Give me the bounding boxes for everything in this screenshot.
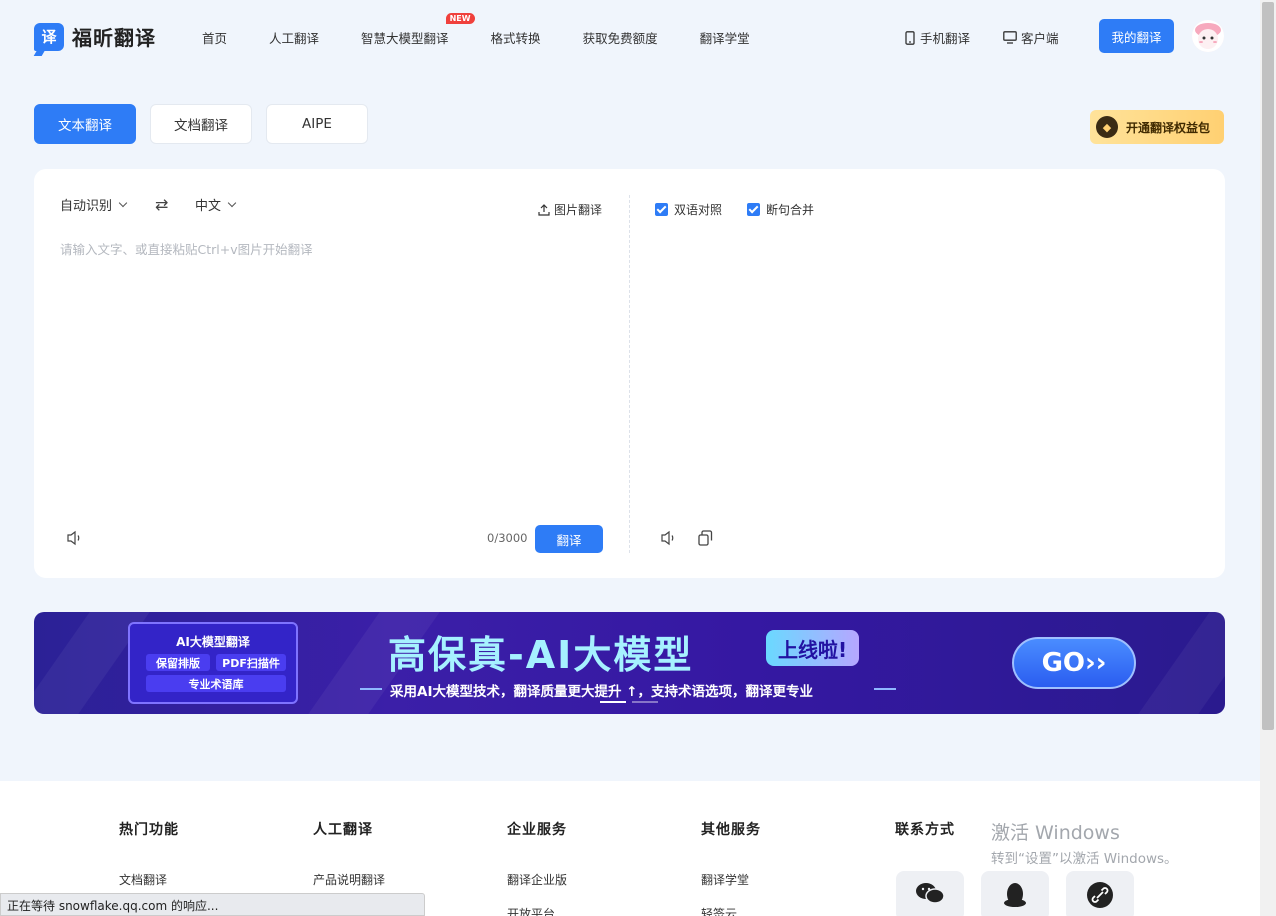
banner-stripe [1138,612,1225,714]
banner-title: 高保真-AI大模型 [388,633,694,677]
watermark-line1: 激活 Windows [991,822,1120,844]
footer-col-hot: 热门功能 文档翻译 [119,819,179,887]
merge-sentences-checkbox[interactable]: 断句合并 [747,201,814,218]
banner-line [874,688,896,690]
source-text-input[interactable] [60,239,600,499]
nav-ai-translation[interactable]: 智慧大模型翻译 NEW [361,13,475,47]
my-translation-button[interactable]: 我的翻译 [1099,19,1174,53]
avatar-icon [1192,20,1224,52]
checkbox-checked-icon [655,203,668,216]
translate-button[interactable]: 翻译 [535,525,603,553]
mobile-translate-label: 手机翻译 [920,31,971,46]
footer-heading: 热门功能 [119,822,179,838]
phone-icon [905,30,915,45]
source-lang-select[interactable]: 自动识别 [60,195,128,214]
mode-tabs: 文本翻译 文档翻译 AIPE [34,104,382,144]
banner-subtitle: 采用AI大模型技术，翻译质量更大提升 ↑，支持术语选项，翻译更专业 [390,684,813,700]
footer-col-enterprise: 企业服务 翻译企业版 开放平台 [507,819,567,916]
monitor-icon [1003,31,1017,44]
nav-free-quota[interactable]: 获取免费额度 [583,28,658,47]
swap-icon[interactable]: ⇄ [155,195,168,214]
checkbox-checked-icon [747,203,760,216]
chip-tag: 保留排版 [146,654,210,671]
go-button[interactable]: GO›› [1012,637,1136,689]
carousel-dots [600,701,664,703]
logo-icon: 译 [34,22,64,51]
carousel-dot[interactable] [632,701,658,703]
footer-heading: 企业服务 [507,822,567,838]
chip-title: AI大模型翻译 [176,635,250,649]
vip-label: 开通翻译权益包 [1126,120,1211,135]
chip-tag: PDF扫描件 [216,654,286,671]
footer-heading: 人工翻译 [313,822,373,838]
carousel-dot-active[interactable] [600,701,626,703]
chevron-down-icon [227,198,237,207]
chevron-down-icon [118,198,128,207]
footer-col-contact: 联系方式 [895,819,955,839]
source-lang-label: 自动识别 [60,199,113,214]
nav-ai-label: 智慧大模型翻译 [361,31,449,46]
merge-label: 断句合并 [766,203,815,217]
vip-package-button[interactable]: ◆ 开通翻译权益包 [1090,110,1224,144]
avatar[interactable] [1192,20,1224,52]
image-translate-label: 图片翻译 [554,203,603,217]
bilingual-checkbox[interactable]: 双语对照 [655,201,722,218]
qq-contact[interactable] [981,871,1049,916]
footer-link[interactable]: 开放平台 [507,905,555,916]
windows-activation-watermark: 激活 Windows 转到“设置”以激活 Windows。 [991,818,1178,867]
promo-banner[interactable]: AI大模型翻译 保留排版 PDF扫描件 专业术语库 高保真-AI大模型 上线啦!… [34,612,1225,714]
logo[interactable]: 译 福昕翻译 [34,22,156,51]
link-icon [1087,882,1113,908]
footer-heading: 联系方式 [895,822,955,838]
target-lang-select[interactable]: 中文 [195,195,237,214]
upload-icon [538,203,550,216]
translate-panel: 自动识别 ⇄ 中文 图片翻译 0/3000 翻译 双语对照 断句合并 [34,169,1225,578]
footer-col-human: 人工翻译 产品说明翻译 [313,819,385,887]
wechat-contact[interactable] [896,871,964,916]
wechat-icon [916,883,945,904]
speaker-icon[interactable] [66,530,84,546]
banner-chip: AI大模型翻译 保留排版 PDF扫描件 专业术语库 [128,622,298,704]
qq-icon [1004,883,1026,907]
footer-heading: 其他服务 [701,822,761,838]
copy-icon[interactable] [697,530,713,546]
logo-text: 福昕翻译 [72,26,156,50]
scrollbar-thumb[interactable] [1262,2,1274,730]
nav-academy[interactable]: 翻译学堂 [700,28,750,47]
image-translate-button[interactable]: 图片翻译 [538,201,602,218]
footer-link[interactable]: 文档翻译 [119,871,167,888]
top-header: 译 福昕翻译 首页 人工翻译 智慧大模型翻译 NEW 格式转换 获取免费额度 翻译… [0,0,1260,72]
bilingual-label: 双语对照 [674,203,723,217]
diamond-icon: ◆ [1096,116,1118,138]
footer-link[interactable]: 产品说明翻译 [313,871,385,888]
watermark-line2: 转到“设置”以激活 Windows。 [991,851,1178,867]
main-nav: 首页 人工翻译 智慧大模型翻译 NEW 格式转换 获取免费额度 翻译学堂 [202,13,750,47]
footer-link[interactable]: 轻签云 [701,905,737,916]
tab-text-translate[interactable]: 文本翻译 [34,104,136,144]
banner-badge: 上线啦! [766,630,860,666]
chip-tag: 专业术语库 [146,675,286,692]
client-label: 客户端 [1021,31,1059,46]
nav-home[interactable]: 首页 [202,28,227,47]
char-counter: 0/3000 [487,531,528,545]
target-lang-label: 中文 [195,199,222,214]
client-link[interactable]: 客户端 [1003,28,1059,47]
link-contact[interactable] [1066,871,1134,916]
mobile-translate-link[interactable]: 手机翻译 [904,28,970,47]
banner-line [360,688,382,690]
speaker-icon[interactable] [660,530,678,546]
nav-human-translation[interactable]: 人工翻译 [269,28,319,47]
panel-divider [629,195,630,553]
browser-status-bar: 正在等待 snowflake.qq.com 的响应... [0,893,425,916]
footer-link[interactable]: 翻译学堂 [701,871,749,888]
tab-doc-translate[interactable]: 文档翻译 [150,104,252,144]
footer-link[interactable]: 翻译企业版 [507,871,567,888]
new-badge: NEW [445,13,475,24]
footer-col-other: 其他服务 翻译学堂 轻签云 [701,819,761,916]
tab-aipe[interactable]: AIPE [266,104,368,144]
nav-format-convert[interactable]: 格式转换 [491,28,541,47]
